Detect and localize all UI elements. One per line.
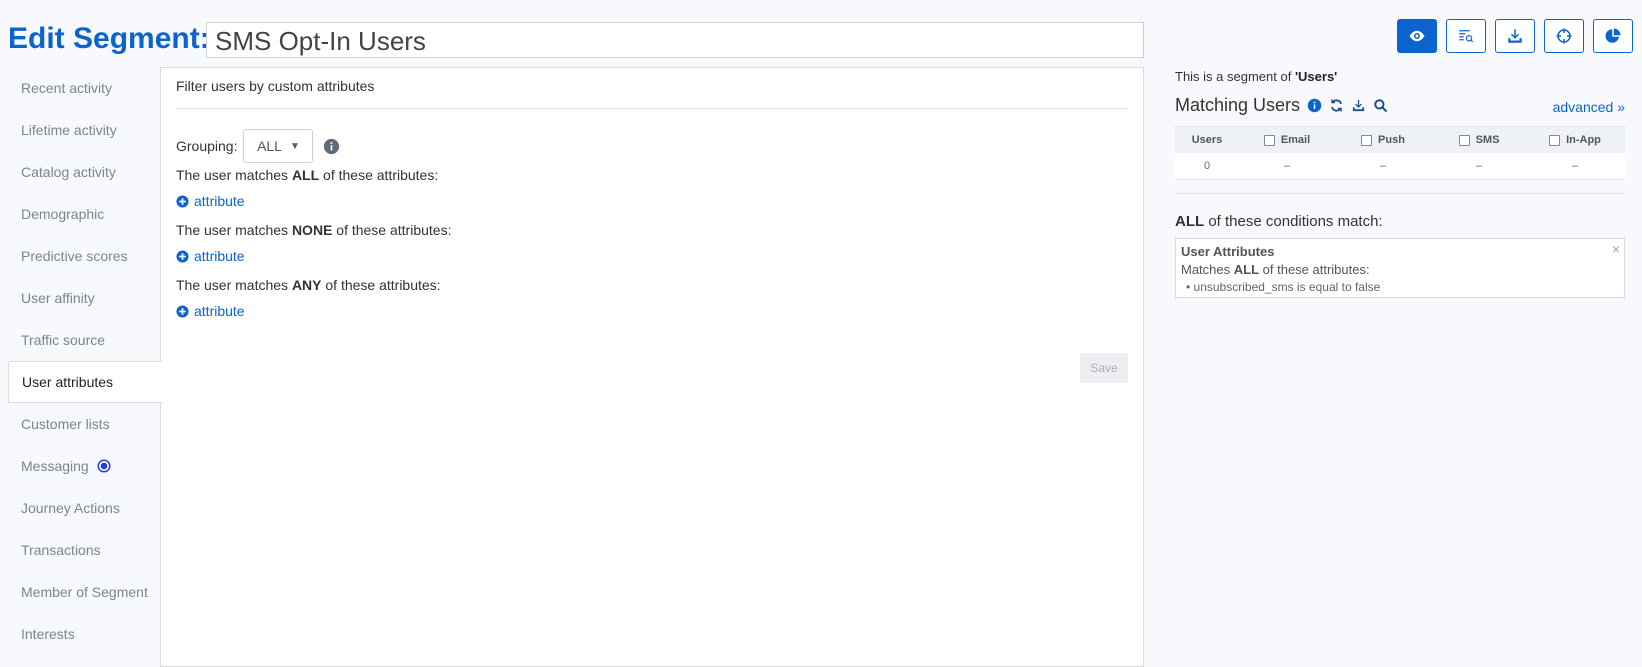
sms-column-header: SMS — [1431, 134, 1527, 146]
radio-dot-icon — [97, 459, 111, 473]
chevron-down-icon: ▼ — [289, 140, 300, 152]
rule-any-label: The user matches ANY of these attributes… — [176, 277, 441, 293]
divider — [176, 108, 1128, 109]
page-title: Edit Segment: — [8, 22, 210, 55]
sidebar-item-member-of-segment[interactable]: Member of Segment — [8, 571, 161, 613]
conditions-title: ALL of these conditions match: — [1175, 213, 1383, 230]
sms-checkbox[interactable] — [1458, 134, 1470, 146]
sidebar-item-customer-lists[interactable]: Customer lists — [8, 403, 161, 445]
condition-item: • unsubscribed_sms is equal to false — [1186, 280, 1381, 294]
rule-all-label: The user matches ALL of these attributes… — [176, 167, 439, 183]
matching-users-header: Matching Users — [1175, 95, 1388, 116]
push-checkbox[interactable] — [1361, 134, 1373, 146]
sidebar-item-user-affinity[interactable]: User affinity — [8, 277, 161, 319]
plus-circle-icon — [176, 194, 189, 208]
condition-subtitle: Matches ALL of these attributes: — [1181, 262, 1370, 277]
grouping-label: Grouping: — [176, 138, 238, 154]
divider — [1175, 193, 1625, 194]
close-icon[interactable]: × — [1612, 241, 1620, 257]
sidebar: Recent activity Lifetime activity Catalo… — [8, 67, 162, 655]
pie-chart-icon — [1605, 28, 1621, 43]
sidebar-item-journey-actions[interactable]: Journey Actions — [8, 487, 161, 529]
plus-circle-icon — [176, 304, 189, 318]
stats-button[interactable] — [1593, 19, 1633, 53]
sidebar-item-recent-activity[interactable]: Recent activity — [8, 67, 161, 109]
push-column-header: Push — [1335, 134, 1431, 146]
sidebar-item-user-attributes[interactable]: User attributes — [8, 361, 162, 403]
info-icon[interactable] — [1307, 98, 1322, 113]
in-app-column-header: In-App — [1527, 134, 1623, 146]
in-app-checkbox[interactable] — [1549, 134, 1561, 146]
email-count: – — [1283, 160, 1291, 172]
grouping-value: ALL — [257, 138, 282, 154]
sidebar-item-transactions[interactable]: Transactions — [8, 529, 161, 571]
sidebar-item-predictive-scores[interactable]: Predictive scores — [8, 235, 161, 277]
download-icon — [1508, 29, 1522, 43]
rule-none-label: The user matches NONE of these attribute… — [176, 222, 452, 238]
export-button[interactable] — [1495, 19, 1535, 53]
matching-title: Matching Users — [1175, 95, 1301, 115]
segment-name-input[interactable]: SMS Opt-In Users — [206, 22, 1144, 58]
toolbar — [1397, 19, 1633, 53]
users-count: 0 — [1203, 160, 1211, 172]
save-button[interactable]: Save — [1080, 353, 1128, 383]
sms-count: – — [1475, 160, 1483, 172]
add-attribute-all-link[interactable]: attribute — [176, 193, 245, 209]
table-row: 0 – – – – — [1175, 153, 1625, 179]
preview-button[interactable] — [1397, 19, 1437, 53]
in-app-count: – — [1571, 160, 1579, 172]
table-header: Users Email Push SMS In-App — [1175, 127, 1625, 153]
plus-circle-icon — [176, 249, 189, 263]
filter-panel: Filter users by custom attributes Groupi… — [160, 67, 1144, 667]
target-button[interactable] — [1544, 19, 1584, 53]
push-count: – — [1379, 160, 1387, 172]
grouping-row: Grouping: ALL ▼ — [176, 129, 340, 163]
crosshair-icon — [1556, 28, 1572, 44]
sidebar-item-interests[interactable]: Interests — [8, 613, 161, 655]
sidebar-item-traffic-source[interactable]: Traffic source — [8, 319, 161, 361]
email-checkbox[interactable] — [1263, 134, 1275, 146]
condition-card: User Attributes Matches ALL of these att… — [1175, 238, 1625, 298]
segment-source: This is a segment of 'Users' — [1175, 69, 1338, 84]
advanced-link[interactable]: advanced » — [1553, 99, 1625, 115]
info-icon[interactable] — [323, 138, 340, 155]
email-column-header: Email — [1239, 134, 1335, 146]
users-column-header: Users — [1191, 134, 1223, 146]
reachability-table: Users Email Push SMS In-App 0 – – – – — [1175, 126, 1625, 180]
grouping-select[interactable]: ALL ▼ — [243, 129, 314, 163]
download-icon[interactable] — [1351, 98, 1366, 113]
refresh-icon[interactable] — [1329, 98, 1344, 113]
eye-icon — [1409, 30, 1425, 42]
sidebar-item-lifetime-activity[interactable]: Lifetime activity — [8, 109, 161, 151]
sidebar-item-messaging[interactable]: Messaging — [8, 445, 161, 487]
condition-title: User Attributes — [1181, 244, 1275, 259]
sidebar-item-catalog-activity[interactable]: Catalog activity — [8, 151, 161, 193]
query-button[interactable] — [1446, 19, 1486, 53]
panel-title: Filter users by custom attributes — [176, 78, 375, 94]
add-attribute-none-link[interactable]: attribute — [176, 248, 245, 264]
search-icon[interactable] — [1373, 98, 1388, 113]
sidebar-item-demographic[interactable]: Demographic — [8, 193, 161, 235]
list-search-icon — [1459, 30, 1474, 43]
add-attribute-any-link[interactable]: attribute — [176, 303, 245, 319]
